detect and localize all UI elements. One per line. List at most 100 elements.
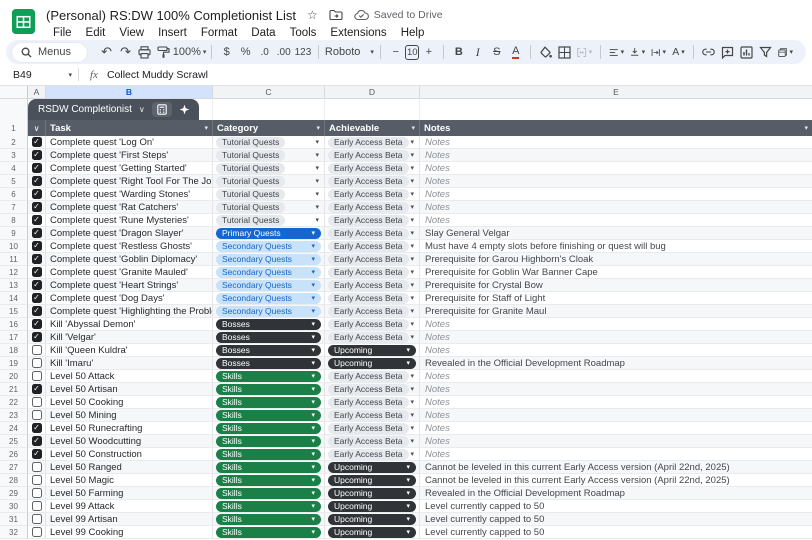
- achievable-chip[interactable]: Early Access Beta: [328, 410, 409, 421]
- note-cell[interactable]: Notes: [420, 409, 812, 422]
- task-cell[interactable]: Level 50 Attack: [46, 370, 213, 383]
- note-cell[interactable]: Notes: [420, 383, 812, 396]
- note-cell[interactable]: Must have 4 empty slots before finishing…: [420, 240, 812, 253]
- note-cell[interactable]: Notes: [420, 422, 812, 435]
- category-cell[interactable]: Bosses▾: [213, 331, 325, 344]
- achievable-chip[interactable]: Early Access Beta: [328, 254, 409, 265]
- menu-format[interactable]: Format: [194, 26, 244, 40]
- table-views-button[interactable]: ▾: [775, 42, 796, 62]
- category-cell[interactable]: Skills▾: [213, 487, 325, 500]
- achievable-chip[interactable]: Early Access Beta: [328, 332, 409, 343]
- category-cell[interactable]: Tutorial Quests▾: [213, 188, 325, 201]
- row-number[interactable]: 26: [0, 448, 28, 461]
- note-cell[interactable]: Level currently capped to 50: [420, 513, 812, 526]
- category-cell[interactable]: Tutorial Quests▾: [213, 214, 325, 227]
- achievable-cell[interactable]: Upcoming▾: [325, 500, 420, 513]
- category-cell[interactable]: Tutorial Quests▾: [213, 201, 325, 214]
- row-checkbox[interactable]: [32, 410, 42, 420]
- formula-input[interactable]: Collect Muddy Scrawl: [107, 69, 208, 81]
- achievable-chip[interactable]: Early Access Beta: [328, 371, 409, 382]
- menu-extensions[interactable]: Extensions: [323, 26, 393, 40]
- bold-button[interactable]: B: [449, 42, 468, 62]
- task-cell[interactable]: Level 99 Cooking: [46, 526, 213, 539]
- task-cell[interactable]: Level 99 Attack: [46, 500, 213, 513]
- row-number[interactable]: 1: [0, 120, 28, 136]
- document-title[interactable]: (Personal) RS:DW 100% Completionist List: [46, 8, 296, 23]
- save-status[interactable]: Saved to Drive: [354, 9, 443, 21]
- decrease-font-size-button[interactable]: −: [386, 42, 405, 62]
- row-number[interactable]: 2: [0, 136, 28, 149]
- row-number[interactable]: 14: [0, 292, 28, 305]
- category-cell[interactable]: Secondary Quests▾: [213, 240, 325, 253]
- achievable-cell[interactable]: Early Access Beta▾: [325, 149, 420, 162]
- row-number[interactable]: 31: [0, 513, 28, 526]
- note-cell[interactable]: Notes: [420, 149, 812, 162]
- menu-data[interactable]: Data: [244, 26, 282, 40]
- column-header-task[interactable]: Task ▾: [46, 120, 213, 136]
- category-cell[interactable]: Primary Quests▾: [213, 227, 325, 240]
- merge-cells-button[interactable]: ▾: [574, 42, 595, 62]
- achievable-cell[interactable]: Upcoming▾: [325, 474, 420, 487]
- row-number[interactable]: 8: [0, 214, 28, 227]
- horizontal-align-button[interactable]: ▾: [606, 42, 627, 62]
- achievable-cell[interactable]: Upcoming▾: [325, 357, 420, 370]
- row-number[interactable]: 30: [0, 500, 28, 513]
- task-cell[interactable]: Level 50 Artisan: [46, 383, 213, 396]
- row-number[interactable]: 29: [0, 487, 28, 500]
- row-number[interactable]: 24: [0, 422, 28, 435]
- achievable-cell[interactable]: Early Access Beta▾: [325, 253, 420, 266]
- column-header-notes[interactable]: Notes ▾: [420, 120, 812, 136]
- row-number[interactable]: 27: [0, 461, 28, 474]
- row-number[interactable]: 17: [0, 331, 28, 344]
- category-cell[interactable]: Skills▾: [213, 513, 325, 526]
- achievable-cell[interactable]: Early Access Beta▾: [325, 175, 420, 188]
- note-cell[interactable]: Notes: [420, 344, 812, 357]
- note-cell[interactable]: Notes: [420, 188, 812, 201]
- row-checkbox[interactable]: [32, 475, 42, 485]
- row-checkbox[interactable]: ✓: [32, 254, 42, 264]
- category-cell[interactable]: Bosses▾: [213, 344, 325, 357]
- name-box[interactable]: B49 ▾: [0, 69, 78, 81]
- achievable-chip[interactable]: Early Access Beta: [328, 189, 409, 200]
- row-checkbox[interactable]: ✓: [32, 436, 42, 446]
- note-cell[interactable]: Notes: [420, 448, 812, 461]
- category-chip[interactable]: Skills▾: [216, 449, 321, 460]
- text-rotation-button[interactable]: A ▾: [669, 42, 688, 62]
- achievable-chip[interactable]: Early Access Beta: [328, 436, 409, 447]
- borders-button[interactable]: [555, 42, 574, 62]
- row-checkbox[interactable]: ✓: [32, 280, 42, 290]
- achievable-cell[interactable]: Upcoming▾: [325, 344, 420, 357]
- achievable-cell[interactable]: Early Access Beta▾: [325, 305, 420, 318]
- task-cell[interactable]: Complete quest 'Heart Strings': [46, 279, 213, 292]
- task-cell[interactable]: Level 50 Cooking: [46, 396, 213, 409]
- category-chip[interactable]: Skills▾: [216, 488, 321, 499]
- italic-button[interactable]: I: [468, 42, 487, 62]
- row-checkbox[interactable]: [32, 345, 42, 355]
- achievable-chip[interactable]: Upcoming▾: [328, 488, 416, 499]
- row-number[interactable]: 18: [0, 344, 28, 357]
- category-cell[interactable]: Bosses▾: [213, 357, 325, 370]
- task-cell[interactable]: Complete quest 'Rune Mysteries': [46, 214, 213, 227]
- category-chip[interactable]: Bosses▾: [216, 345, 321, 356]
- table-name-chip[interactable]: RSDW Completionist ∨: [28, 99, 199, 120]
- category-chip[interactable]: Secondary Quests▾: [216, 241, 321, 252]
- category-cell[interactable]: Secondary Quests▾: [213, 292, 325, 305]
- task-cell[interactable]: Level 50 Woodcutting: [46, 435, 213, 448]
- row-number[interactable]: 23: [0, 409, 28, 422]
- achievable-chip[interactable]: Upcoming▾: [328, 475, 416, 486]
- row-number[interactable]: 32: [0, 526, 28, 539]
- row-checkbox[interactable]: ✓: [32, 449, 42, 459]
- row-number[interactable]: 21: [0, 383, 28, 396]
- row-checkbox[interactable]: [32, 462, 42, 472]
- row-number[interactable]: 25: [0, 435, 28, 448]
- column-header-achievable[interactable]: Achievable ▾: [325, 120, 420, 136]
- row-checkbox[interactable]: ✓: [32, 267, 42, 277]
- menu-file[interactable]: File: [46, 26, 79, 40]
- category-chip[interactable]: Skills▾: [216, 527, 321, 538]
- achievable-chip[interactable]: Early Access Beta: [328, 280, 409, 291]
- fill-color-button[interactable]: [536, 42, 555, 62]
- task-cell[interactable]: Complete quest 'Dog Days': [46, 292, 213, 305]
- category-chip[interactable]: Tutorial Quests: [216, 137, 285, 148]
- row-number[interactable]: 5: [0, 175, 28, 188]
- category-chip[interactable]: Skills▾: [216, 397, 321, 408]
